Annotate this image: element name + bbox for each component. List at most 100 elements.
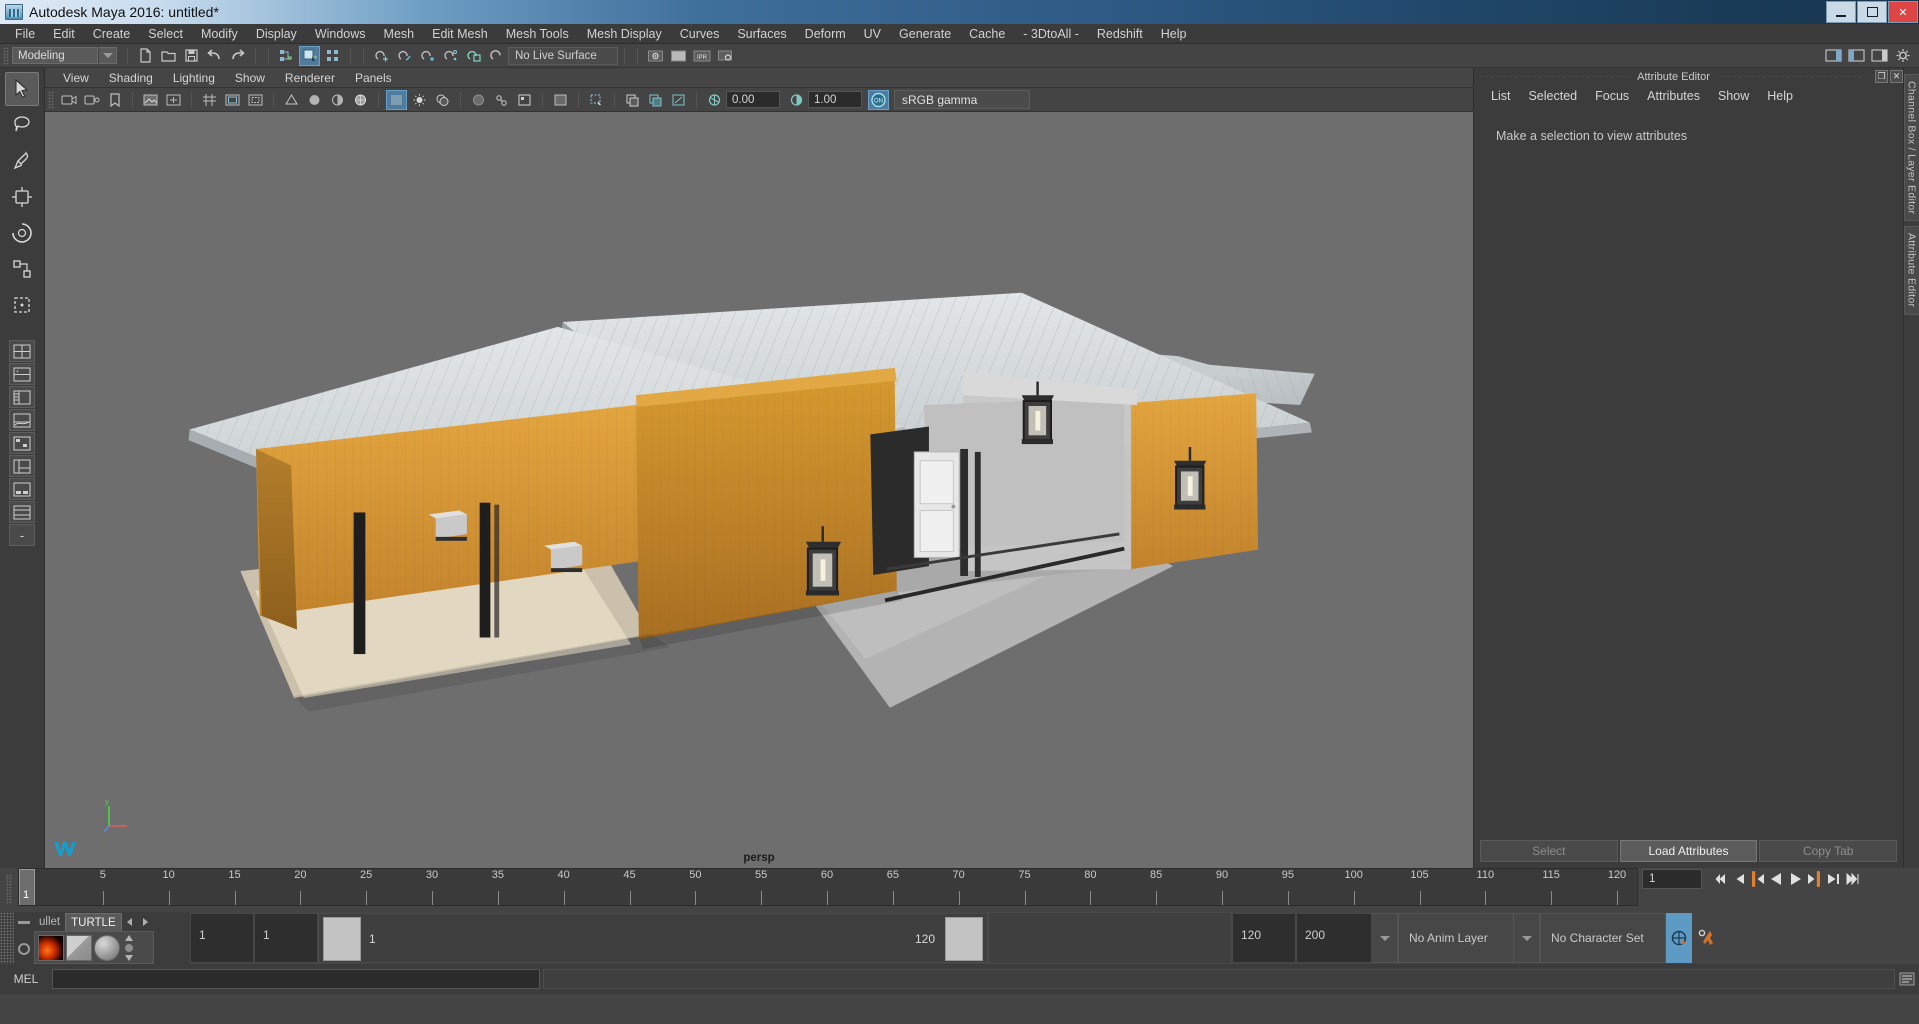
four-view-layout[interactable]: + xyxy=(9,363,35,385)
snap-to-grid-icon[interactable] xyxy=(371,46,392,66)
step-back-frame-icon[interactable] xyxy=(1749,868,1766,890)
smooth-shade-all-icon[interactable] xyxy=(304,90,325,110)
load-attributes-button[interactable]: Load Attributes xyxy=(1619,840,1758,862)
shelf-grip[interactable] xyxy=(0,912,14,964)
open-scene-icon[interactable] xyxy=(158,46,179,66)
bookmark-icon[interactable] xyxy=(104,90,125,110)
step-back-keyframe-icon[interactable] xyxy=(1730,868,1747,890)
menu-set-chevron-down-icon[interactable] xyxy=(99,47,117,64)
turtle-bake-icon[interactable] xyxy=(66,934,92,961)
render-view-icon[interactable] xyxy=(645,46,666,66)
go-to-end-icon[interactable] xyxy=(1844,868,1861,890)
save-scene-icon[interactable] xyxy=(181,46,202,66)
snap-to-projected-center-icon[interactable] xyxy=(440,46,461,66)
shelf-prev-icon[interactable] xyxy=(122,913,138,931)
persp-graph-layout[interactable] xyxy=(9,409,35,431)
camera-attributes-icon[interactable] xyxy=(81,90,102,110)
tab-channel-box-layer-editor[interactable]: Channel Box / Layer Editor xyxy=(1903,74,1919,222)
perspective-viewport[interactable]: persp y xyxy=(45,112,1473,868)
exposure-field[interactable]: 0.00 xyxy=(726,91,780,108)
close-button[interactable]: ✕ xyxy=(1888,1,1918,23)
ae-menu-focus[interactable]: Focus xyxy=(1586,89,1638,103)
select-camera-icon[interactable] xyxy=(58,90,79,110)
wireframe-icon[interactable] xyxy=(281,90,302,110)
ae-menu-attributes[interactable]: Attributes xyxy=(1638,89,1709,103)
two-dimension-pan-zoom-icon[interactable] xyxy=(163,90,184,110)
redo-icon[interactable] xyxy=(227,46,248,66)
xray-joints-icon[interactable] xyxy=(491,90,512,110)
select-by-hierarchy-icon[interactable] xyxy=(276,46,297,66)
ae-menu-list[interactable]: List xyxy=(1482,89,1519,103)
scale-tool[interactable] xyxy=(5,252,39,286)
menu-deform[interactable]: Deform xyxy=(796,24,855,44)
show-hide-attribute-editor-icon[interactable] xyxy=(1823,46,1844,66)
menu-edit[interactable]: Edit xyxy=(44,24,84,44)
workspace-settings-icon[interactable] xyxy=(1892,46,1913,66)
xray-icon[interactable] xyxy=(468,90,489,110)
outliner-persp-layout[interactable] xyxy=(9,386,35,408)
ae-menu-show[interactable]: Show xyxy=(1709,89,1758,103)
menu-mesh-display[interactable]: Mesh Display xyxy=(578,24,671,44)
range-slider-bar[interactable]: 1 120 xyxy=(318,913,988,963)
anim-layer-field[interactable]: No Anim Layer xyxy=(1398,913,1514,963)
copy-tab-button[interactable]: Copy Tab xyxy=(1759,840,1898,862)
copy-viewport-icon[interactable] xyxy=(622,90,643,110)
show-hide-tool-settings-icon[interactable] xyxy=(1846,46,1867,66)
menu-select[interactable]: Select xyxy=(139,24,192,44)
command-output[interactable] xyxy=(543,969,1895,989)
range-end-handle[interactable] xyxy=(945,917,983,961)
panel-menu-panels[interactable]: Panels xyxy=(345,71,402,85)
tab-attribute-editor[interactable]: Attribute Editor xyxy=(1903,226,1919,315)
minimize-button[interactable] xyxy=(1826,1,1856,23)
panel-menu-show[interactable]: Show xyxy=(225,71,275,85)
wireframe-on-shaded-icon[interactable] xyxy=(350,90,371,110)
textured-mode-icon[interactable] xyxy=(386,89,407,110)
undock-icon[interactable]: ❐ xyxy=(1875,70,1889,83)
rotate-tool[interactable] xyxy=(5,216,39,250)
menu-curves[interactable]: Curves xyxy=(671,24,729,44)
shelf-scroll-controls[interactable] xyxy=(123,934,135,962)
outliner-persp-graph-layout[interactable] xyxy=(9,455,35,477)
move-tool[interactable] xyxy=(5,180,39,214)
recent-layout[interactable]: - xyxy=(9,524,35,546)
command-language-label[interactable]: MEL xyxy=(0,972,52,986)
ae-menu-selected[interactable]: Selected xyxy=(1519,89,1586,103)
resolution-gate-icon[interactable] xyxy=(245,90,266,110)
shelf-next-icon[interactable] xyxy=(138,913,154,931)
menu-display[interactable]: Display xyxy=(247,24,306,44)
gamma-icon[interactable] xyxy=(786,90,807,110)
menu-redshift[interactable]: Redshift xyxy=(1088,24,1152,44)
undo-icon[interactable] xyxy=(204,46,225,66)
menu-set-selector[interactable]: Modeling xyxy=(12,47,98,64)
grab-viewport-icon[interactable] xyxy=(668,90,689,110)
turtle-sphere-icon[interactable] xyxy=(94,934,120,961)
menu-edit-mesh[interactable]: Edit Mesh xyxy=(423,24,497,44)
menu-mesh[interactable]: Mesh xyxy=(375,24,424,44)
color-management-toggle-icon[interactable]: ON xyxy=(868,89,889,110)
turtle-render-icon[interactable] xyxy=(38,934,64,961)
persp-trax-layout[interactable] xyxy=(9,478,35,500)
exposure-icon[interactable] xyxy=(704,90,725,110)
viewport-select-mask-icon[interactable] xyxy=(586,90,607,110)
grid-toggle-icon[interactable] xyxy=(199,90,220,110)
menu-modify[interactable]: Modify xyxy=(192,24,247,44)
select-tool[interactable] xyxy=(5,72,39,106)
menu-windows[interactable]: Windows xyxy=(306,24,375,44)
select-button[interactable]: Select xyxy=(1480,840,1618,862)
auto-key-icon[interactable] xyxy=(1666,913,1692,963)
shadows-icon[interactable] xyxy=(432,90,453,110)
show-hide-channel-box-icon[interactable] xyxy=(1869,46,1890,66)
current-frame-field[interactable]: 1 xyxy=(1642,869,1702,889)
range-start-handle[interactable] xyxy=(323,917,361,961)
panel-menu-shading[interactable]: Shading xyxy=(99,71,163,85)
close-icon[interactable]: ✕ xyxy=(1890,70,1904,83)
anim-end-chevron-down-icon[interactable] xyxy=(1372,913,1398,963)
play-forwards-icon[interactable] xyxy=(1787,868,1804,890)
render-current-frame-icon[interactable] xyxy=(668,46,689,66)
render-settings-icon[interactable] xyxy=(714,46,735,66)
lasso-select-tool[interactable] xyxy=(5,108,39,142)
shelf-tab-turtle[interactable]: TURTLE xyxy=(65,913,122,931)
go-to-start-icon[interactable] xyxy=(1711,868,1728,890)
panel-menu-lighting[interactable]: Lighting xyxy=(163,71,225,85)
ipr-render-icon[interactable]: IPR xyxy=(691,46,712,66)
